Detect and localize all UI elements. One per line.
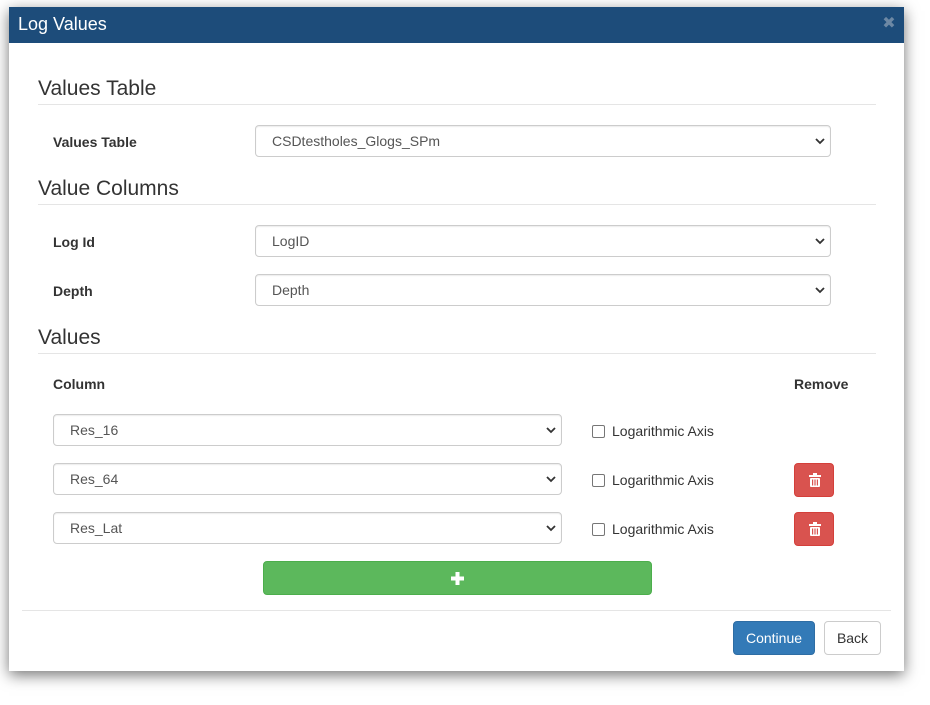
chevron-down-icon <box>546 525 556 532</box>
value-column-select[interactable]: Res_Lat <box>53 512 562 544</box>
log-axis-checkbox[interactable] <box>592 474 605 487</box>
remove-row-button[interactable] <box>794 512 834 546</box>
trash-icon <box>809 473 821 487</box>
depth-select[interactable]: Depth <box>255 274 831 306</box>
section-divider <box>38 104 876 105</box>
values-table-section-title: Values Table <box>38 77 157 100</box>
values-table-select[interactable]: CSDtestholes_Glogs_SPm <box>255 125 831 157</box>
log-axis-label[interactable]: Logarithmic Axis <box>612 521 714 538</box>
column-header: Column <box>53 376 106 392</box>
depth-label: Depth <box>53 283 93 299</box>
remove-header: Remove <box>794 376 849 392</box>
log-axis-label[interactable]: Logarithmic Axis <box>612 472 714 489</box>
plus-icon <box>451 572 464 585</box>
continue-button[interactable]: Continue <box>733 621 815 655</box>
back-button[interactable]: Back <box>824 621 881 655</box>
value-column-select-value: Res_Lat <box>70 520 123 536</box>
chevron-down-icon <box>815 138 825 145</box>
dialog-title: Log Values <box>18 14 107 34</box>
remove-row-button[interactable] <box>794 463 834 497</box>
values-table-label: Values Table <box>53 134 137 150</box>
log-id-select-value: LogID <box>272 233 310 249</box>
log-id-label: Log Id <box>53 234 95 250</box>
chevron-down-icon <box>815 238 825 245</box>
depth-select-value: Depth <box>272 282 310 298</box>
close-icon[interactable]: ✖ <box>881 14 897 34</box>
add-value-row-button[interactable] <box>263 561 652 595</box>
log-values-dialog: Log Values ✖ Values Table Values Table C… <box>9 7 904 671</box>
value-columns-section-title: Value Columns <box>38 177 179 200</box>
value-column-select[interactable]: Res_64 <box>53 463 562 495</box>
chevron-down-icon <box>546 427 556 434</box>
log-axis-label[interactable]: Logarithmic Axis <box>612 423 714 440</box>
log-id-select[interactable]: LogID <box>255 225 831 257</box>
value-column-select-value: Res_64 <box>70 471 119 487</box>
dialog-header: Log Values ✖ <box>9 7 904 43</box>
log-axis-checkbox[interactable] <box>592 425 605 438</box>
log-axis-checkbox[interactable] <box>592 523 605 536</box>
value-column-select-value: Res_16 <box>70 422 119 438</box>
section-divider <box>38 353 876 354</box>
values-section-title: Values <box>38 326 101 349</box>
chevron-down-icon <box>815 287 825 294</box>
footer-divider <box>22 610 891 611</box>
chevron-down-icon <box>546 476 556 483</box>
trash-icon <box>809 522 821 536</box>
values-table-select-value: CSDtestholes_Glogs_SPm <box>272 133 441 149</box>
section-divider <box>38 204 876 205</box>
value-column-select[interactable]: Res_16 <box>53 414 562 446</box>
